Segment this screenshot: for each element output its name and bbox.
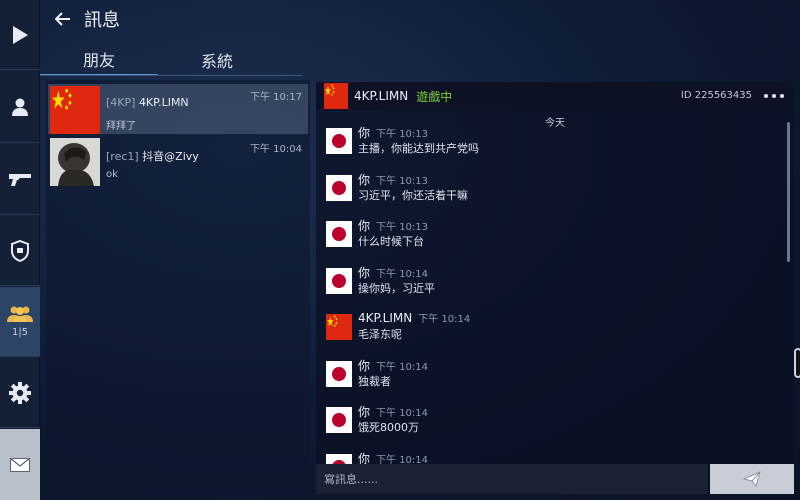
message-sender: 4KP.LIMN 下午 10:14 — [358, 311, 471, 325]
contact-name: [rec1] 抖音@Zivy — [106, 150, 199, 163]
message-list: 你下午 10:13 主播，你能达到共产党吗你下午 10:13 习近平，你还活着干嘛你… — [316, 82, 794, 464]
chat-message: 你下午 10:14 — [324, 450, 764, 465]
message-time: 下午 10:14 — [418, 314, 471, 325]
japan-flag-icon — [326, 267, 352, 294]
tab-system[interactable]: 系統 — [158, 44, 276, 76]
side-navigation: 1|5 — [0, 0, 40, 500]
chat-panel: 4KP.LIMN 遊戲中 ID 225563435 今天 你下午 10:13 主播… — [316, 82, 794, 494]
message-time: 下午 10:13 — [376, 175, 429, 187]
chat-message: 4KP.LIMN 下午 10:14 毛泽东呢 — [324, 310, 764, 346]
squad-count: 1|5 — [11, 327, 29, 338]
message-text: 饿死8000万 — [358, 421, 419, 434]
chat-message: 你下午 10:14 饿死8000万 — [324, 403, 764, 439]
gun-icon — [9, 174, 31, 186]
message-text: 毛泽东呢 — [358, 328, 402, 341]
japan-flag-icon — [326, 174, 352, 201]
japan-flag-icon — [326, 453, 352, 464]
message-sender: 你下午 10:13 — [358, 219, 429, 233]
message-text: 习近平，你还活着干嘛 — [358, 188, 468, 202]
play-button[interactable] — [0, 0, 40, 70]
contact-name: [4KP] 4KP.LIMN — [106, 96, 189, 109]
send-button[interactable] — [710, 464, 794, 494]
weapons-button[interactable] — [0, 144, 40, 215]
message-time: 下午 10:14 — [376, 408, 429, 419]
settings-button[interactable] — [0, 358, 40, 428]
japan-flag-icon — [326, 128, 352, 154]
profile-button[interactable] — [0, 71, 40, 143]
avatar-photo-icon — [50, 138, 100, 186]
china-flag-icon — [50, 86, 100, 134]
play-icon — [13, 25, 28, 44]
sender-avatar[interactable] — [326, 174, 352, 201]
message-sender: 你下午 10:14 — [358, 265, 429, 280]
chat-message: 你下午 10:13 主播，你能达到共产党吗 — [324, 124, 764, 160]
edge-handle[interactable] — [794, 348, 800, 378]
top-bar: 訊息 — [40, 0, 800, 38]
paper-plane-icon — [743, 471, 761, 487]
message-sender: 你下午 10:13 — [358, 126, 429, 140]
message-sender: 你下午 10:14 — [358, 451, 429, 465]
squad-button[interactable]: 1|5 — [0, 287, 40, 357]
sender-avatar[interactable] — [326, 267, 352, 294]
chat-message: 你下午 10:13 习近平，你还活着干嘛 — [324, 171, 764, 207]
chat-message: 你下午 10:14 独裁者 — [324, 357, 764, 393]
japan-flag-icon — [326, 360, 352, 387]
contact-item[interactable]: [4KP] 4KP.LIMN 下午 10:17 拜拜了 — [48, 84, 308, 134]
message-sender: 你下午 10:14 — [358, 358, 429, 373]
tabs-divider — [40, 75, 302, 76]
clan-button[interactable] — [0, 216, 40, 286]
message-time: 下午 10:13 — [376, 129, 429, 140]
tab-friends[interactable]: 朋友 — [40, 44, 158, 76]
message-tabs: 朋友 系統 — [40, 44, 276, 76]
sender-avatar[interactable] — [326, 128, 352, 154]
contact-time: 下午 10:17 — [250, 92, 302, 103]
china-flag-avatar — [50, 86, 100, 134]
contact-item[interactable]: [rec1] 抖音@Zivy 下午 10:04 ok — [48, 136, 308, 186]
china-flag-icon — [326, 314, 352, 340]
sender-avatar[interactable] — [326, 314, 352, 340]
gear-icon — [9, 381, 31, 404]
japan-flag-icon — [326, 407, 352, 433]
message-sender: 你下午 10:13 — [358, 172, 429, 187]
photo-avatar — [50, 138, 100, 186]
contact-list: [4KP] 4KP.LIMN 下午 10:17 拜拜了 [rec1] 抖音@Zi… — [46, 80, 310, 490]
message-time: 下午 10:14 — [376, 454, 429, 465]
message-input[interactable] — [316, 464, 708, 494]
message-time: 下午 10:14 — [376, 268, 429, 280]
group-icon — [7, 306, 33, 322]
message-text: 什么时候下台 — [358, 235, 424, 248]
sender-avatar[interactable] — [326, 407, 352, 433]
message-text: 独裁者 — [358, 374, 391, 388]
contact-last-message: 拜拜了 — [106, 121, 136, 132]
chat-message: 你下午 10:14 操你妈，习近平 — [324, 264, 764, 300]
arrow-left-icon — [55, 12, 70, 26]
messages-button[interactable] — [0, 429, 40, 500]
back-button[interactable] — [46, 0, 80, 38]
person-icon — [12, 98, 28, 116]
mail-icon — [10, 457, 30, 472]
compose-bar — [316, 464, 794, 494]
message-text: 操你妈，习近平 — [358, 281, 435, 295]
sender-avatar[interactable] — [326, 221, 352, 247]
contact-time: 下午 10:04 — [250, 144, 302, 155]
message-time: 下午 10:14 — [376, 361, 429, 373]
message-text: 主播，你能达到共产党吗 — [358, 142, 479, 155]
message-sender: 你下午 10:14 — [358, 405, 429, 419]
chat-message: 你下午 10:13 什么时候下台 — [324, 217, 764, 253]
message-time: 下午 10:13 — [376, 222, 429, 233]
sender-avatar[interactable] — [326, 453, 352, 464]
japan-flag-icon — [326, 221, 352, 247]
contact-last-message: ok — [106, 169, 118, 180]
shield-icon — [11, 239, 29, 262]
sender-avatar[interactable] — [326, 360, 352, 387]
page-title: 訊息 — [84, 10, 120, 31]
